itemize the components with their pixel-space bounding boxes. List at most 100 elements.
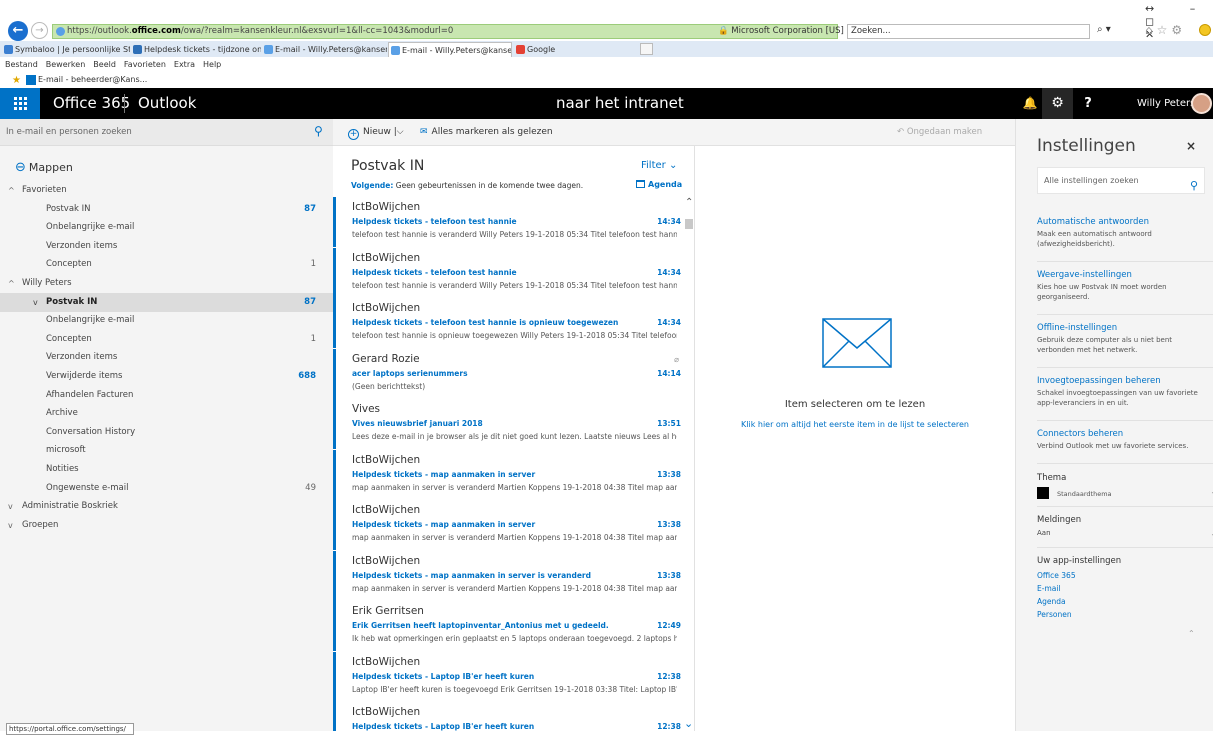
sender-name: IctBoWijchen	[352, 554, 421, 567]
filter-button[interactable]: Filter ⌄	[641, 160, 677, 171]
chevron-up-icon[interactable]: ^	[8, 181, 15, 200]
folder-item[interactable]: Afhandelen Facturen	[0, 386, 333, 405]
help-icon[interactable]: ?	[1078, 88, 1098, 119]
new-message-button[interactable]: + Nieuw |⌵	[348, 119, 404, 146]
message-item[interactable]: IctBoWijchen Helpdesk tickets - Laptop IB…	[333, 651, 683, 702]
app-link-office365[interactable]: Office 365	[1037, 569, 1207, 582]
app-link-calendar[interactable]: Agenda	[1037, 595, 1207, 608]
message-time: 13:38	[657, 469, 681, 479]
folder-item[interactable]: Postvak IN 87	[0, 200, 333, 219]
folder-section[interactable]: ^ Willy Peters	[0, 274, 333, 293]
folder-item[interactable]: Archive	[0, 404, 333, 423]
menu-bewerken[interactable]: Bewerken	[46, 60, 86, 69]
scroll-thumb[interactable]	[685, 219, 693, 229]
undo-button[interactable]: ↶ Ongedaan maken	[897, 119, 982, 146]
settings-search-input[interactable]: Alle instellingen zoeken ⚲	[1037, 167, 1205, 194]
folder-item[interactable]: Verwijderde items 688	[0, 367, 333, 386]
intranet-link[interactable]: naar het intranet	[556, 88, 684, 119]
search-icon[interactable]: ⌕ ▾	[1097, 24, 1111, 35]
folders-toggle[interactable]: ⊖ Mappen	[15, 160, 73, 175]
menu-extra[interactable]: Extra	[174, 60, 195, 69]
folder-item[interactable]: Ongewenste e-mail 49	[0, 479, 333, 498]
folder-item[interactable]: Verzonden items	[0, 348, 333, 367]
theme-setting[interactable]: Thema Standaardthema ⌄	[1037, 473, 1213, 499]
message-item[interactable]: IctBoWijchen Helpdesk tickets - telefoon …	[333, 298, 683, 348]
folder-section[interactable]: v Groepen	[0, 516, 333, 535]
chevron-up-icon[interactable]: ⌃	[1188, 629, 1195, 638]
folder-item[interactable]: Concepten 1	[0, 330, 333, 349]
url-domain: office.com	[131, 26, 181, 36]
chevron-down-icon[interactable]: ⌄	[684, 717, 693, 730]
tab-helpdesk[interactable]: Helpdesk tickets - tijdzone one...	[131, 42, 261, 57]
search-icon[interactable]: ⚲	[1190, 173, 1198, 198]
setting-connectors[interactable]: Connectors beheren Verbind Outlook met uw…	[1037, 429, 1207, 451]
menu-help[interactable]: Help	[203, 60, 221, 69]
tab-email-1[interactable]: E-mail - Willy.Peters@kansenkl...	[262, 42, 387, 57]
certificate-label[interactable]: 🔒 Microsoft Corporation [US] ↻	[718, 24, 854, 39]
bell-icon[interactable]: 🔔	[1020, 88, 1040, 119]
search-input[interactable]: In e-mail en personen zoeken	[6, 119, 132, 146]
app-name[interactable]: Outlook	[138, 88, 196, 119]
message-item[interactable]: IctBoWijchen Helpdesk tickets - map aanma…	[333, 500, 683, 550]
tab-symbaloo[interactable]: Symbaloo | Je persoonlijke Star...	[2, 42, 130, 57]
chevron-down-icon[interactable]: ⌵	[397, 127, 404, 137]
chevron-down-icon[interactable]: v	[8, 497, 13, 516]
message-item[interactable]: Vives Vives nieuwsbrief januari 2018 13:51…	[333, 399, 683, 449]
message-item[interactable]: Erik Gerritsen Erik Gerritsen heeft lapto…	[333, 601, 683, 651]
folder-item[interactable]: Verzonden items	[0, 237, 333, 256]
home-favorites-tools-icons[interactable]: ⌂☆⚙	[1145, 23, 1186, 37]
gear-icon[interactable]: ⚙	[1042, 88, 1073, 119]
agenda-link[interactable]: Agenda	[636, 180, 682, 189]
app-link-email[interactable]: E-mail	[1037, 582, 1207, 595]
avatar[interactable]	[1191, 93, 1212, 114]
mark-all-read-button[interactable]: ✉ Alles markeren als gelezen	[420, 119, 553, 146]
chevron-down-icon[interactable]: v	[33, 293, 38, 312]
tab-google[interactable]: Google	[514, 42, 634, 57]
search-icon[interactable]: ⚲	[314, 124, 323, 138]
favorite-link[interactable]: E-mail - beheerder@Kans...	[26, 72, 147, 88]
browser-search-input[interactable]: Zoeken...	[847, 24, 1090, 39]
new-tab-button[interactable]	[640, 43, 653, 55]
folder-section[interactable]: v Administratie Boskriek	[0, 497, 333, 516]
setting-offline[interactable]: Offline-instellingen Gebruik deze compute…	[1037, 323, 1207, 355]
folder-section[interactable]: ^ Favorieten	[0, 181, 333, 200]
message-item[interactable]: IctBoWijchen Helpdesk tickets - telefoon …	[333, 247, 683, 298]
mail-search-box[interactable]: In e-mail en personen zoeken ⚲	[0, 119, 333, 146]
folder-item[interactable]: Concepten 1	[0, 255, 333, 274]
menu-beeld[interactable]: Beeld	[93, 60, 116, 69]
back-button[interactable]: ←	[8, 21, 28, 41]
feedback-smiley-icon[interactable]	[1199, 24, 1211, 36]
divider	[1037, 261, 1213, 262]
setting-automatic-replies[interactable]: Automatische antwoorden Maak een automati…	[1037, 217, 1207, 249]
message-item[interactable]: IctBoWijchen Helpdesk tickets - map aanma…	[333, 550, 683, 601]
app-launcher-icon[interactable]	[0, 88, 40, 119]
folder-item[interactable]: microsoft	[0, 441, 333, 460]
message-item[interactable]: IctBoWijchen Helpdesk tickets - map aanma…	[333, 449, 683, 500]
favorites-star-icon[interactable]: ★	[12, 75, 21, 86]
notifications-setting[interactable]: Meldingen Aan ⌄	[1037, 515, 1213, 538]
brand-label[interactable]: Office 365	[53, 88, 130, 119]
user-name[interactable]: Willy Peters	[1137, 88, 1195, 119]
setting-display[interactable]: Weergave-instellingen Kies hoe uw Postvak…	[1037, 270, 1207, 302]
chevron-up-icon[interactable]: ⌃	[685, 197, 693, 208]
folder-item[interactable]: Conversation History	[0, 423, 333, 442]
message-item[interactable]: IctBoWijchen Helpdesk tickets - telefoon …	[333, 197, 683, 247]
forward-button[interactable]: →	[31, 22, 48, 39]
close-icon[interactable]: ×	[1186, 139, 1196, 153]
chevron-down-icon[interactable]: v	[8, 516, 13, 535]
next-text: Geen gebeurtenissen in de komende twee d…	[395, 181, 584, 190]
select-first-item-link[interactable]: Klik hier om altijd het eerste item in d…	[695, 420, 1015, 429]
folder-item[interactable]: Onbelangrijke e-mail	[0, 218, 333, 237]
list-scrollbar[interactable]: ⌃ ⌄	[683, 197, 694, 731]
app-link-people[interactable]: Personen	[1037, 608, 1207, 621]
chevron-up-icon[interactable]: ^	[8, 274, 15, 293]
folder-item[interactable]: v Postvak IN 87	[0, 292, 333, 312]
message-item[interactable]: IctBoWijchen Helpdesk tickets - Laptop IB…	[333, 702, 683, 731]
tab-email-active[interactable]: E-mail - Willy.Peters@kanse... ×	[388, 42, 512, 57]
setting-addins[interactable]: Invoegtoepassingen beheren Schakel invoeg…	[1037, 376, 1207, 408]
menu-bestand[interactable]: Bestand	[5, 60, 38, 69]
menu-favorieten[interactable]: Favorieten	[124, 60, 166, 69]
message-item[interactable]: Gerard Rozie acer laptops serienummers 14:…	[333, 348, 683, 399]
folder-item[interactable]: Onbelangrijke e-mail	[0, 311, 333, 330]
folder-item[interactable]: Notities	[0, 460, 333, 479]
